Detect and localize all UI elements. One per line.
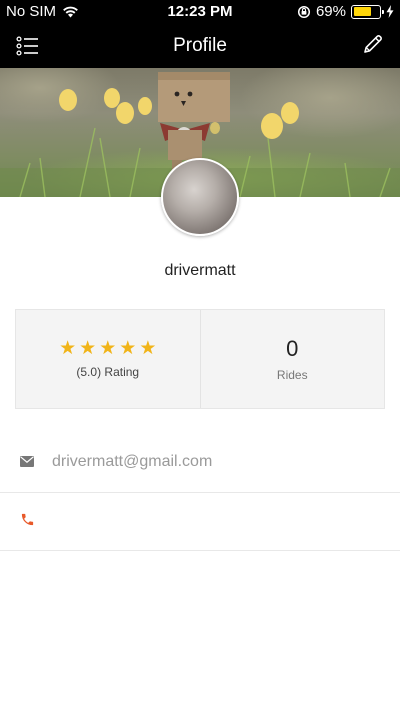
- envelope-icon: [20, 456, 34, 467]
- star-icon: ★: [59, 338, 77, 359]
- rating-stars: ★ ★ ★ ★ ★: [59, 339, 156, 359]
- avatar[interactable]: [161, 158, 239, 236]
- star-icon: ★: [79, 338, 97, 359]
- email-row[interactable]: drivermatt@gmail.com: [0, 431, 400, 493]
- battery-icon: [351, 4, 384, 19]
- star-icon: ★: [139, 338, 157, 359]
- username: drivermatt: [164, 262, 236, 279]
- rides-stat: 0 Rides: [199, 310, 385, 408]
- battery-percent: 69%: [315, 3, 346, 20]
- rotation-lock-icon: [297, 5, 311, 18]
- email-value: drivermatt@gmail.com: [52, 452, 213, 470]
- rating-label: (5.0) Rating: [76, 365, 140, 379]
- star-icon: ★: [99, 338, 117, 359]
- rides-count: 0: [286, 336, 299, 361]
- status-bar: No SIM 12:23 PM 69%: [0, 0, 400, 24]
- phone-row[interactable]: [0, 489, 400, 551]
- page-title: Profile: [173, 35, 227, 56]
- pencil-edit-icon[interactable]: [362, 33, 384, 55]
- star-icon: ★: [119, 338, 137, 359]
- phone-icon: [21, 513, 33, 526]
- charging-bolt-icon: [386, 5, 394, 18]
- rating-stat: ★ ★ ★ ★ ★ (5.0) Rating: [16, 310, 200, 408]
- nav-bar: Profile: [0, 24, 400, 68]
- stats-card: ★ ★ ★ ★ ★ (5.0) Rating 0 Rides: [15, 309, 385, 409]
- rides-label: Rides: [276, 368, 308, 382]
